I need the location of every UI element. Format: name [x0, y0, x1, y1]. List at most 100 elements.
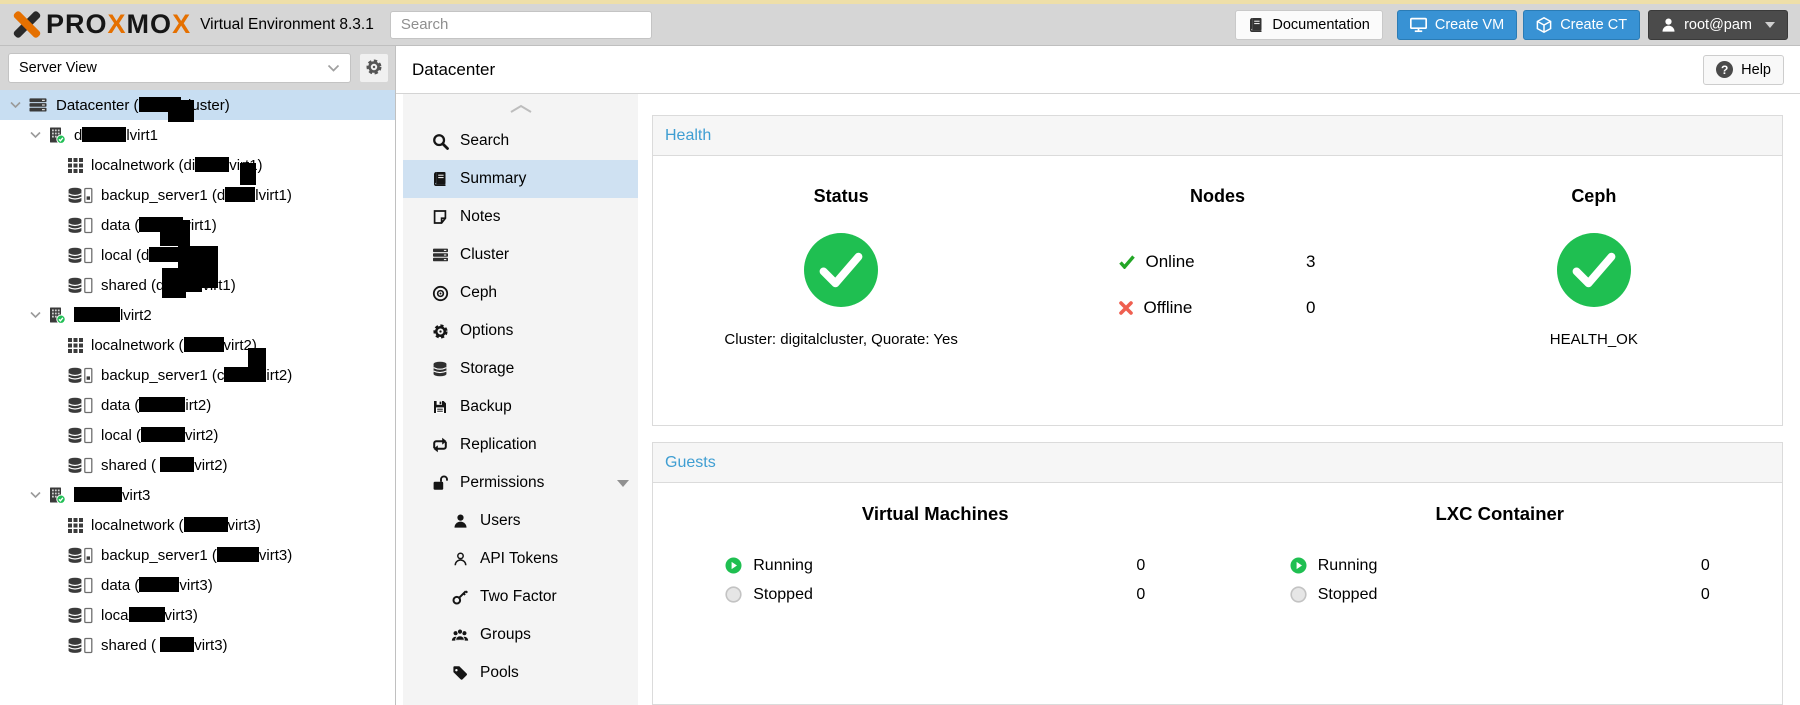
guest-count: 0: [1700, 556, 1710, 574]
nav-item-summary[interactable]: Summary: [403, 160, 638, 198]
nav-item-backup[interactable]: Backup: [403, 388, 638, 426]
node-building-icon: [48, 307, 66, 324]
tree-row[interactable]: backup_server1 (d lvirt1): [0, 180, 395, 210]
nav-item-two-factor[interactable]: Two Factor: [403, 578, 638, 616]
caret-down-icon: [1765, 21, 1775, 28]
stopped-icon: [725, 586, 742, 603]
guest-count: 0: [1136, 556, 1146, 574]
guest-status-label: Running: [753, 556, 813, 574]
health-panel-header: Health: [653, 116, 1782, 156]
running-icon: [1290, 557, 1307, 574]
nav-item-groups[interactable]: Groups: [403, 616, 638, 654]
documentation-button[interactable]: Documentation: [1235, 9, 1383, 40]
tree-row[interactable]: Datacenter (cluster): [0, 90, 395, 120]
tree-row[interactable]: localnetwork (virt3): [0, 510, 395, 540]
nav-item-permissions[interactable]: Permissions: [403, 464, 638, 502]
online-check-icon: [1119, 255, 1136, 269]
storage-disk-icon: [68, 187, 93, 204]
nav-item-partial[interactable]: [403, 692, 638, 705]
guest-count: 0: [1136, 585, 1146, 603]
create-ct-button[interactable]: Create CT: [1523, 9, 1641, 40]
nav-item-pools[interactable]: Pools: [403, 654, 638, 692]
status-heading: Status: [813, 186, 869, 206]
guest-column-heading: Virtual Machines: [861, 503, 1009, 524]
create-vm-button[interactable]: Create VM: [1396, 9, 1518, 40]
nav-item-cluster[interactable]: Cluster: [403, 236, 638, 274]
redacted-text: [195, 156, 230, 172]
proxmox-logo: PROXMOX: [12, 11, 191, 39]
user-menu-button[interactable]: root@pam: [1648, 9, 1788, 40]
nav-item-users[interactable]: Users: [403, 502, 638, 540]
nav-item-label: Users: [480, 512, 521, 529]
tree-row[interactable]: data (virt3): [0, 570, 395, 600]
node-building-icon: [48, 127, 66, 144]
scroll-up-indicator[interactable]: [403, 94, 638, 122]
nav-item-notes[interactable]: Notes: [403, 198, 638, 236]
monitor-icon: [1409, 17, 1427, 33]
chevron-down-icon: [30, 311, 44, 319]
tree-item-label: localnetwork (divirt1): [91, 156, 263, 174]
view-selector[interactable]: Server View: [8, 53, 351, 83]
tree-row[interactable]: data (virt1): [0, 210, 395, 240]
health-title: Health: [665, 126, 712, 144]
tree-row[interactable]: lvirt2: [0, 300, 395, 330]
nav-item-ceph[interactable]: Ceph: [403, 274, 638, 312]
tree-row[interactable]: virt3: [0, 480, 395, 510]
nav-item-search[interactable]: Search: [403, 122, 638, 160]
health-body: Status Cluster: digitalcluster, Quorate:…: [653, 156, 1782, 425]
nav-item-label: Search: [460, 132, 510, 149]
wordmark-letter: X: [172, 9, 192, 39]
nav-item-label: Permissions: [460, 474, 545, 491]
user-solid-icon: [449, 513, 471, 529]
tree-row[interactable]: backup_server1 (c irt2): [0, 360, 395, 390]
nav-item-storage[interactable]: Storage: [403, 350, 638, 388]
cube-icon: [1536, 16, 1552, 33]
create-vm-label: Create VM: [1434, 16, 1505, 33]
unlock-icon: [429, 475, 451, 491]
view-settings-button[interactable]: [359, 53, 389, 83]
tree-row[interactable]: data (irt2): [0, 390, 395, 420]
wordmark-letter: M: [126, 9, 151, 39]
tree-row[interactable]: d lvirt1: [0, 120, 395, 150]
guest-status-label: Stopped: [753, 585, 813, 603]
health-nodes-column: Nodes Online 3 Offline 0: [1029, 186, 1405, 425]
redacted-text: [160, 636, 195, 652]
gear-icon: [365, 58, 383, 79]
nav-item-options[interactable]: Options: [403, 312, 638, 350]
redaction-blob: [168, 100, 194, 122]
chevron-down-icon: [327, 64, 340, 73]
tree-item-label: lvirt2: [74, 306, 152, 324]
storage-disk-icon: [68, 577, 93, 594]
tree-row[interactable]: localnetwork (virt2): [0, 330, 395, 360]
redaction-blob: [160, 220, 190, 246]
nav-item-label: Notes: [460, 208, 501, 225]
global-search-input[interactable]: [389, 10, 652, 39]
network-grid-icon: [68, 337, 83, 353]
view-selector-bar: Server View: [0, 46, 395, 90]
documentation-label: Documentation: [1272, 16, 1370, 33]
wordmark-letter: O: [150, 9, 173, 39]
tree-row[interactable]: local (virt2): [0, 420, 395, 450]
nav-item-api-tokens[interactable]: API Tokens: [403, 540, 638, 578]
node-status-label: Online: [1145, 252, 1195, 271]
tree-row[interactable]: shared ( virt3): [0, 630, 395, 660]
note-icon: [429, 209, 451, 225]
tree-row[interactable]: shared ( virt2): [0, 450, 395, 480]
storage-disk-icon: [68, 247, 93, 264]
datacenter-nav: Search Summary Notes Cluster Ceph Options Stor…: [403, 94, 638, 705]
tree-item-label: d lvirt1: [74, 126, 159, 144]
book-icon: [429, 171, 451, 187]
tree-row[interactable]: localnetwork (divirt1): [0, 150, 395, 180]
nav-item-replication[interactable]: Replication: [403, 426, 638, 464]
tree-row[interactable]: backup_server1 (virt3): [0, 540, 395, 570]
help-button[interactable]: ? Help: [1703, 54, 1784, 85]
tree-row[interactable]: loca virt3): [0, 600, 395, 630]
storage-disk-icon: [68, 367, 93, 384]
guests-panel: Guests Virtual Machines Running 0 Stopped 0 L…: [652, 442, 1783, 705]
nav-item-label: Pools: [480, 664, 519, 681]
storage-disk-icon: [68, 547, 93, 564]
help-label: Help: [1741, 61, 1771, 78]
ceph-health-text: HEALTH_OK: [1549, 331, 1638, 348]
health-status-column: Status Cluster: digitalcluster, Quorate:…: [653, 186, 1029, 425]
nav-item-label: Storage: [460, 360, 515, 377]
